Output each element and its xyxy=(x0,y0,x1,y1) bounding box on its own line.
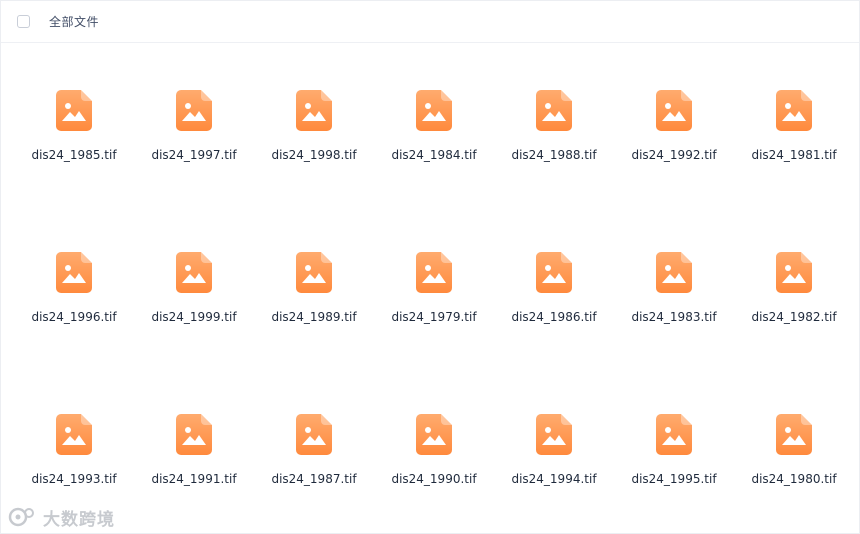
file-name: dis24_1990.tif xyxy=(391,472,477,486)
file-name: dis24_1979.tif xyxy=(391,310,477,324)
watermark-text: 大数跨境 xyxy=(43,509,115,530)
file-item[interactable]: dis24_1979.tif xyxy=(374,252,494,352)
file-name: dis24_1994.tif xyxy=(511,472,597,486)
image-file-icon xyxy=(656,90,692,131)
file-name: dis24_1991.tif xyxy=(151,472,237,486)
file-browser-window: 全部文件 dis24_1985.tif dis24_1997.tif dis24_1… xyxy=(0,0,860,534)
file-item[interactable]: dis24_1981.tif xyxy=(734,90,854,190)
file-name: dis24_1989.tif xyxy=(271,310,357,324)
file-item[interactable]: dis24_1994.tif xyxy=(494,414,614,514)
file-item[interactable]: dis24_1999.tif xyxy=(134,252,254,352)
image-file-icon xyxy=(776,90,812,131)
file-item[interactable]: dis24_1983.tif xyxy=(614,252,734,352)
file-item[interactable]: dis24_1996.tif xyxy=(14,252,134,352)
image-file-icon xyxy=(296,90,332,131)
image-file-icon xyxy=(416,90,452,131)
file-name: dis24_1999.tif xyxy=(151,310,237,324)
image-file-icon xyxy=(416,414,452,455)
file-name: dis24_1987.tif xyxy=(271,472,357,486)
image-file-icon xyxy=(176,414,212,455)
image-file-icon xyxy=(176,252,212,293)
file-item[interactable]: dis24_1990.tif xyxy=(374,414,494,514)
image-file-icon xyxy=(536,414,572,455)
image-file-icon xyxy=(536,90,572,131)
file-name: dis24_1982.tif xyxy=(751,310,837,324)
watermark: 大数跨境 xyxy=(7,505,115,530)
file-name: dis24_1988.tif xyxy=(511,148,597,162)
file-item[interactable]: dis24_1980.tif xyxy=(734,414,854,514)
file-item[interactable]: dis24_1995.tif xyxy=(614,414,734,514)
image-file-icon xyxy=(56,90,92,131)
file-item[interactable]: dis24_1998.tif xyxy=(254,90,374,190)
file-item[interactable]: dis24_1986.tif xyxy=(494,252,614,352)
file-item[interactable]: dis24_1997.tif xyxy=(134,90,254,190)
image-file-icon xyxy=(656,414,692,455)
image-file-icon xyxy=(56,414,92,455)
file-name: dis24_1984.tif xyxy=(391,148,477,162)
file-name: dis24_1986.tif xyxy=(511,310,597,324)
file-name: dis24_1993.tif xyxy=(31,472,117,486)
image-file-icon xyxy=(656,252,692,293)
image-file-icon xyxy=(776,414,812,455)
file-name: dis24_1981.tif xyxy=(751,148,837,162)
file-item[interactable]: dis24_1991.tif xyxy=(134,414,254,514)
image-file-icon xyxy=(296,252,332,293)
file-item[interactable]: dis24_1993.tif xyxy=(14,414,134,514)
file-name: dis24_1983.tif xyxy=(631,310,717,324)
file-name: dis24_1997.tif xyxy=(151,148,237,162)
image-file-icon xyxy=(536,252,572,293)
file-item[interactable]: dis24_1984.tif xyxy=(374,90,494,190)
file-item[interactable]: dis24_1988.tif xyxy=(494,90,614,190)
file-list-header: 全部文件 xyxy=(1,1,859,43)
file-item[interactable]: dis24_1982.tif xyxy=(734,252,854,352)
file-name: dis24_1992.tif xyxy=(631,148,717,162)
file-name: dis24_1985.tif xyxy=(31,148,117,162)
file-name: dis24_1998.tif xyxy=(271,148,357,162)
image-file-icon xyxy=(296,414,332,455)
image-file-icon xyxy=(176,90,212,131)
file-item[interactable]: dis24_1987.tif xyxy=(254,414,374,514)
select-all-checkbox[interactable] xyxy=(17,15,30,28)
image-file-icon xyxy=(776,252,812,293)
file-item[interactable]: dis24_1992.tif xyxy=(614,90,734,190)
image-file-icon xyxy=(416,252,452,293)
watermark-logo-icon xyxy=(8,507,34,527)
file-name: dis24_1996.tif xyxy=(31,310,117,324)
all-files-label: 全部文件 xyxy=(49,15,100,29)
image-file-icon xyxy=(56,252,92,293)
file-item[interactable]: dis24_1989.tif xyxy=(254,252,374,352)
file-name: dis24_1980.tif xyxy=(751,472,837,486)
file-item[interactable]: dis24_1985.tif xyxy=(14,90,134,190)
file-name: dis24_1995.tif xyxy=(631,472,717,486)
